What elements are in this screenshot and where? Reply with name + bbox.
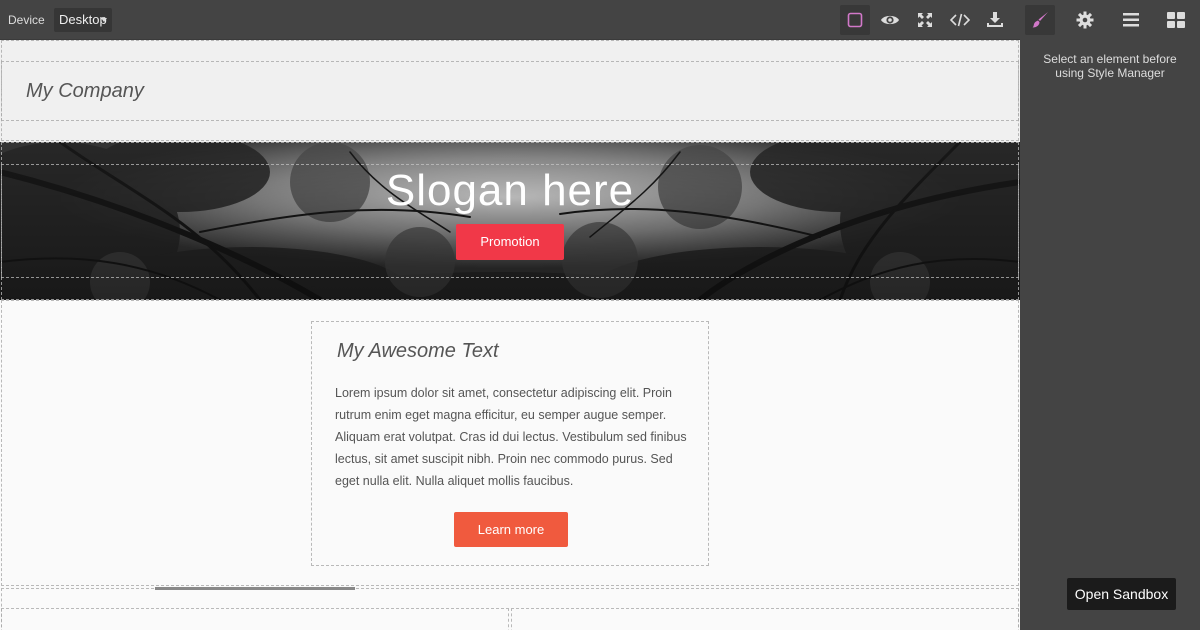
square-outline-icon	[847, 12, 863, 28]
open-sandbox-button[interactable]: Open Sandbox	[1067, 578, 1176, 610]
panel-tabs	[1020, 0, 1200, 40]
layers-icon	[1123, 13, 1139, 27]
footer-left-column[interactable]	[1, 608, 509, 630]
style-manager-tab[interactable]	[1025, 5, 1055, 35]
fullscreen-button[interactable]	[910, 5, 940, 35]
side-panel: Select an element before using Style Man…	[1020, 0, 1200, 630]
content-outline	[1, 300, 1019, 586]
chevron-down-icon	[101, 18, 107, 22]
download-icon	[987, 12, 1003, 27]
hero-inner-outline	[1, 164, 1019, 278]
preview-button[interactable]	[875, 5, 905, 35]
brush-icon	[1032, 12, 1048, 28]
eye-icon	[881, 15, 899, 25]
gear-icon	[1076, 11, 1094, 29]
settings-tab[interactable]	[1070, 5, 1100, 35]
header-inner-outline	[1, 61, 1019, 121]
style-manager-message: Select an element before using Style Man…	[1043, 52, 1177, 80]
footer-image	[155, 587, 355, 590]
blocks-tab[interactable]	[1161, 5, 1191, 35]
view-code-button[interactable]	[945, 5, 975, 35]
device-select[interactable]: Desktop	[54, 8, 112, 32]
fullscreen-icon	[918, 13, 932, 27]
device-select-value: Desktop	[59, 12, 107, 27]
export-button[interactable]	[980, 5, 1010, 35]
footer-right-column[interactable]	[511, 608, 1019, 630]
code-icon	[950, 13, 970, 27]
device-label: Device	[8, 13, 45, 27]
blocks-icon	[1167, 12, 1185, 28]
layer-manager-tab[interactable]	[1116, 5, 1146, 35]
editor-toolbar: Device Desktop	[0, 0, 1020, 40]
editor-canvas[interactable]: My Company Slogan here Promotion My Awes…	[0, 40, 1020, 630]
toggle-borders-button[interactable]	[840, 5, 870, 35]
